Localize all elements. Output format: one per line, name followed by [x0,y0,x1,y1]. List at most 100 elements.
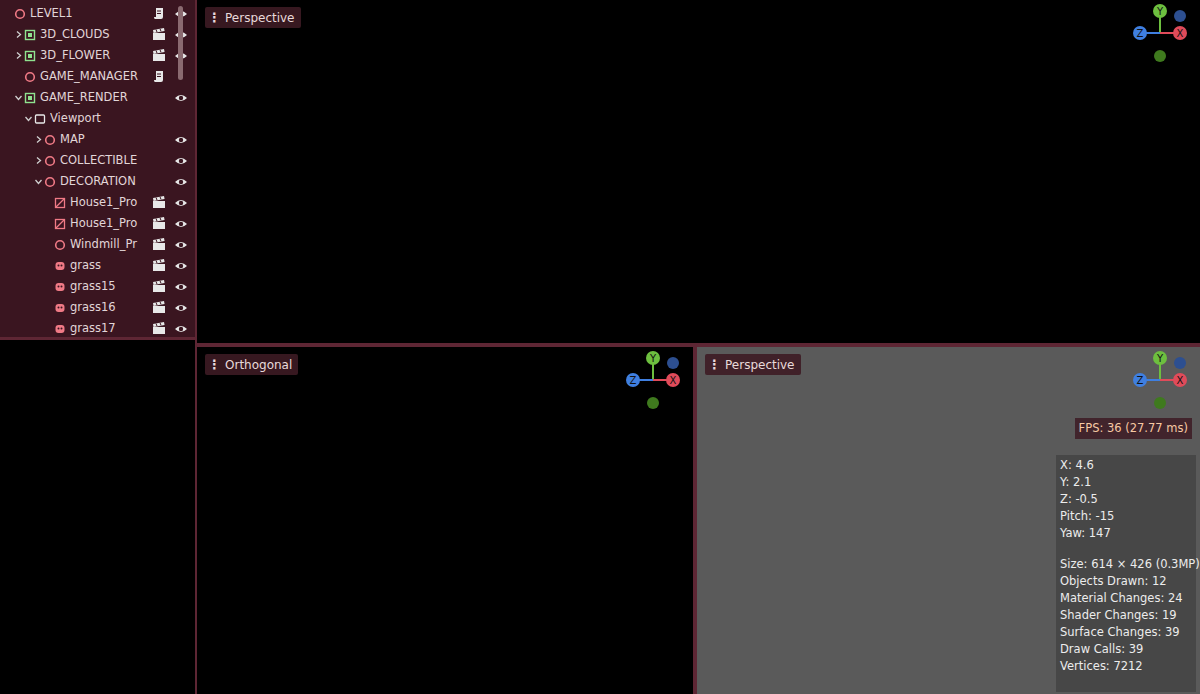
visibility-eye-icon[interactable] [171,154,191,167]
tree-row[interactable]: grass [0,255,195,276]
node-label[interactable]: DECORATION [60,171,149,192]
visibility-eye-icon[interactable] [171,259,191,272]
instance-icon[interactable] [151,259,167,272]
expand-arrow-icon[interactable] [13,93,23,103]
axis-label[interactable]: Y [1156,6,1164,17]
tree-row[interactable]: 3D_FLOWER [0,45,195,66]
chevron-icon[interactable] [14,51,23,60]
stat-line: Z: -0.5 [1060,491,1192,508]
tree-row[interactable]: DECORATION [0,171,195,192]
node-label[interactable]: Windmill_Pr [70,234,149,255]
visibility-eye-icon[interactable] [171,196,191,209]
viewport-menu-button[interactable]: ⋮Orthogonal [205,354,298,375]
visibility-eye-icon[interactable] [171,238,191,251]
instance-icon[interactable] [151,196,167,209]
node-label[interactable]: GAME_RENDER [40,87,149,108]
axis-label[interactable]: X [670,375,677,386]
tree-row[interactable]: MAP [0,129,195,150]
viewport-top[interactable]: ⋮Perspective Y Z X [197,0,1200,343]
menu-dots-icon[interactable]: ⋮ [208,8,221,28]
menu-dots-icon[interactable]: ⋮ [708,355,721,375]
node-label[interactable]: 3D_FLOWER [40,45,149,66]
expand-arrow-icon[interactable] [13,51,23,61]
axis-label[interactable]: Z [1137,28,1144,39]
instance-icon[interactable] [151,28,167,41]
chevron-icon[interactable] [34,177,43,186]
tree-row[interactable]: grass16 [0,297,195,318]
expand-arrow-icon [13,72,23,82]
tree-row[interactable]: House1_Pro [0,192,195,213]
node-label[interactable]: House1_Pro [70,192,149,213]
instance-icon[interactable] [151,280,167,293]
axis-gizmo[interactable]: Y Z X [621,350,687,414]
node-label[interactable]: Viewport [50,108,149,129]
visibility-eye-icon[interactable] [171,322,191,335]
visibility-eye-icon[interactable] [171,217,191,230]
expand-arrow-icon[interactable] [33,135,43,145]
blank-badge [151,154,167,167]
viewport-game[interactable]: ⋮PerspectiveYZXFPS: 36 (27.77 ms)X: 4.6Y… [697,347,1200,694]
expand-arrow-icon[interactable] [33,156,43,166]
tree-row[interactable]: COLLECTIBLE [0,150,195,171]
axis-label[interactable]: Z [1137,375,1144,386]
axis-label[interactable]: X [1177,28,1184,39]
visibility-eye-icon[interactable] [171,91,191,104]
tree-row[interactable]: grass15 [0,276,195,297]
chevron-icon[interactable] [34,156,43,165]
tree-row[interactable]: Viewport [0,108,195,129]
visibility-eye-icon[interactable] [171,133,191,146]
axis-label[interactable]: Z [630,375,637,386]
visibility-eye-icon[interactable] [171,280,191,293]
expand-arrow-icon[interactable] [23,114,33,124]
chevron-icon[interactable] [14,30,23,39]
viewport-label[interactable]: Perspective [225,8,295,28]
expand-arrow-icon[interactable] [13,30,23,40]
viewport-menu-button[interactable]: ⋮Perspective [705,354,801,375]
node-label[interactable]: grass15 [70,276,149,297]
expand-arrow-icon [43,324,53,334]
instance-icon[interactable] [151,301,167,314]
node-label[interactable]: grass16 [70,297,149,318]
instance-icon[interactable] [151,238,167,251]
tree-row[interactable]: grass17 [0,318,195,337]
tree-row[interactable]: Windmill_Pr [0,234,195,255]
axis-gizmo[interactable]: Y Z X [1128,3,1194,67]
node-label[interactable]: 3D_CLOUDS [40,24,149,45]
instance-icon[interactable] [151,217,167,230]
stats-panel: X: 4.6Y: 2.1Z: -0.5Pitch: -15Yaw: 147Siz… [1056,455,1196,692]
stat-gap [1060,542,1192,556]
chevron-icon[interactable] [34,135,43,144]
axis-label[interactable]: Y [649,353,657,364]
visibility-eye-icon[interactable] [171,301,191,314]
menu-dots-icon[interactable]: ⋮ [208,355,221,375]
axis-label[interactable]: Y [1156,353,1164,364]
node-label[interactable]: grass17 [70,318,149,337]
chevron-icon[interactable] [24,114,33,123]
tree-row[interactable]: 3D_CLOUDS [0,24,195,45]
node-label[interactable]: COLLECTIBLE [60,150,149,171]
tree-row[interactable]: LEVEL1 [0,3,195,24]
node-label[interactable]: House1_Pro [70,213,149,234]
viewport-ortho[interactable]: ⋮Orthogonal Y Z X [197,347,693,694]
instance-icon[interactable] [151,49,167,62]
node-label[interactable]: MAP [60,129,149,150]
scrollbar-thumb[interactable] [178,6,183,80]
scene-tree[interactable]: LEVEL13D_CLOUDS3D_FLOWERGAME_MANAGERGAME… [0,0,195,337]
script-icon[interactable] [151,7,167,20]
tree-row[interactable]: GAME_MANAGER [0,66,195,87]
tree-row[interactable]: House1_Pro [0,213,195,234]
viewport-label[interactable]: Perspective [725,355,795,375]
node-label[interactable]: LEVEL1 [30,3,149,24]
viewport-menu-button[interactable]: ⋮Perspective [205,7,301,28]
visibility-eye-icon[interactable] [171,175,191,188]
expand-arrow-icon[interactable] [33,177,43,187]
script-icon[interactable] [151,70,167,83]
instance-icon[interactable] [151,322,167,335]
chevron-icon[interactable] [14,93,23,102]
tree-row[interactable]: GAME_RENDER [0,87,195,108]
axis-label[interactable]: X [1177,375,1184,386]
node-label[interactable]: GAME_MANAGER [40,66,149,87]
node-label[interactable]: grass [70,255,149,276]
viewport-label[interactable]: Orthogonal [225,355,292,375]
axis-gizmo[interactable]: Y Z X [1128,350,1194,414]
